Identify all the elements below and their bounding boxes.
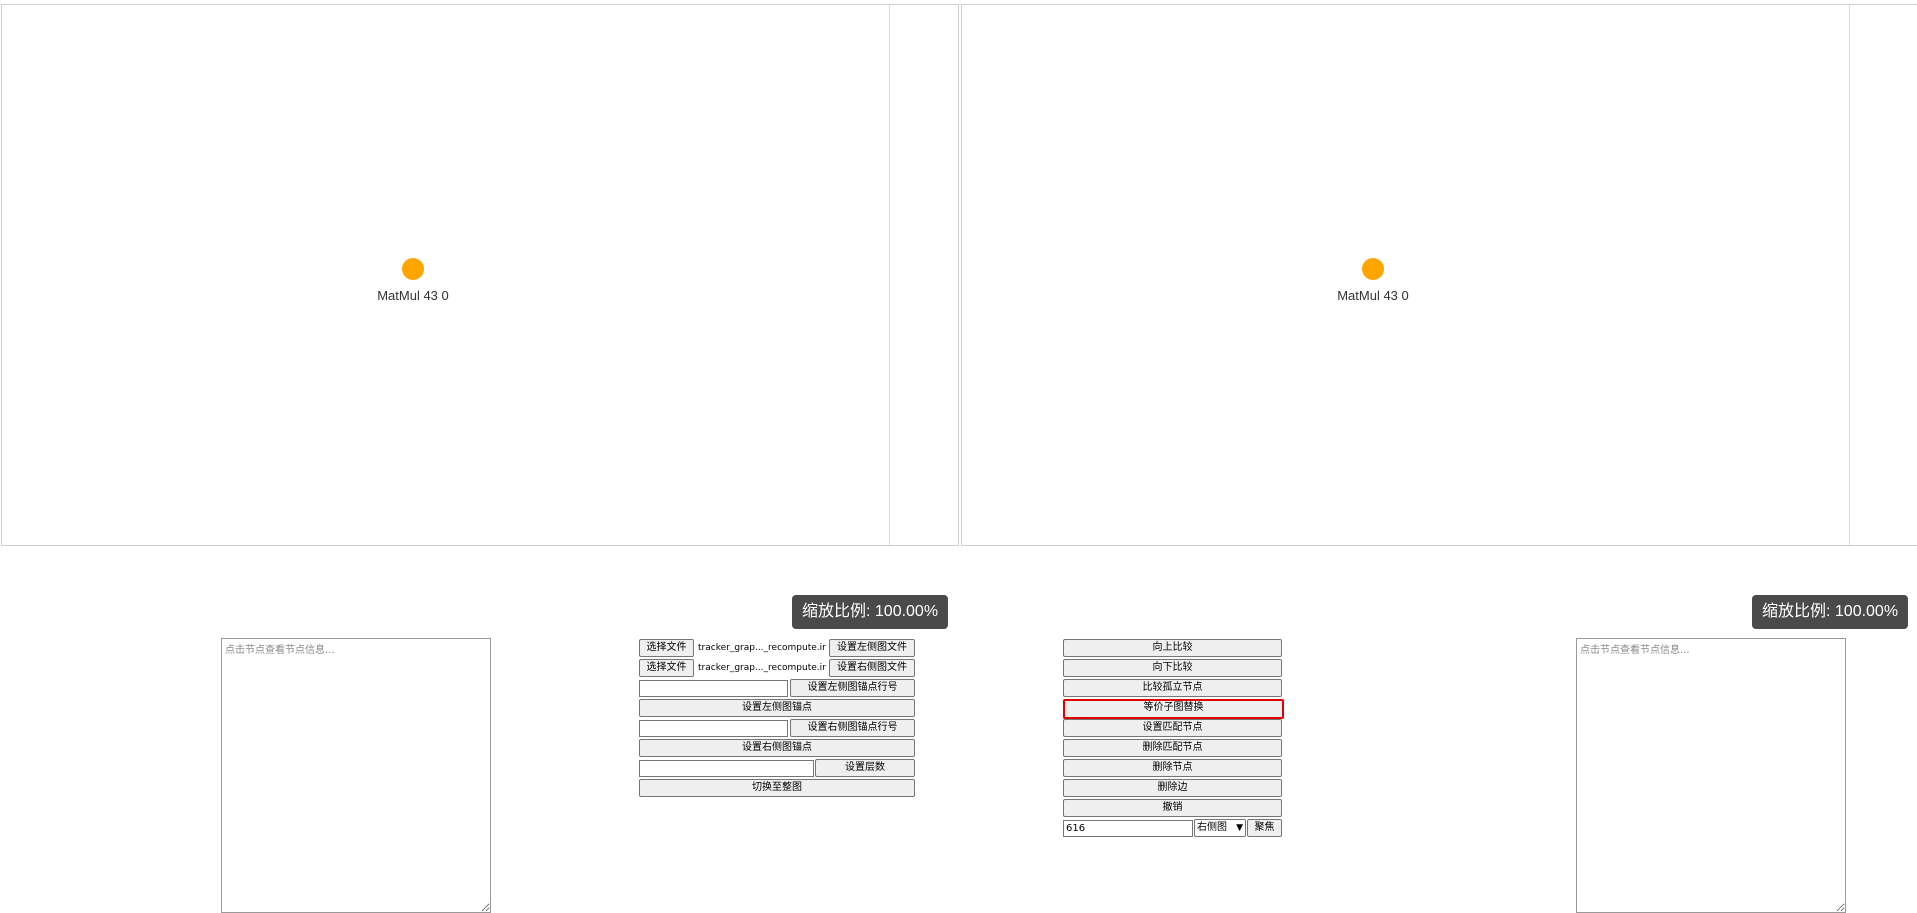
left-file-name: tracker_grap..._recompute.ir xyxy=(698,643,826,653)
compare-down-button[interactable]: 向下比较 xyxy=(1063,659,1282,677)
right-file-name: tracker_grap..._recompute.ir xyxy=(698,663,826,673)
right-zoom-indicator: 缩放比例: 100.00% xyxy=(1752,595,1909,629)
focus-button[interactable]: 聚焦 xyxy=(1247,819,1282,837)
graph-side-select-value: 右侧图 xyxy=(1197,822,1227,833)
set-right-file-button[interactable]: 设置右侧图文件 xyxy=(829,659,915,677)
right-anchor-line-input[interactable] xyxy=(639,720,788,737)
choose-left-file-button[interactable]: 选择文件 xyxy=(639,639,694,657)
right-graph-canvas[interactable] xyxy=(962,5,1850,545)
set-left-anchor-button[interactable]: 设置左侧图锚点 xyxy=(639,699,915,717)
set-match-nodes-button[interactable]: 设置匹配节点 xyxy=(1063,719,1282,737)
right-graph-node[interactable] xyxy=(1362,258,1384,280)
switch-to-full-graph-button[interactable]: 切换至整图 xyxy=(639,779,915,797)
compare-up-button[interactable]: 向上比较 xyxy=(1063,639,1282,657)
set-left-file-button[interactable]: 设置左侧图文件 xyxy=(829,639,915,657)
left-graph-node[interactable] xyxy=(402,258,424,280)
right-graph-node-label: MatMul 43 0 xyxy=(1337,288,1409,303)
compare-isolated-nodes-button[interactable]: 比较孤立节点 xyxy=(1063,679,1282,697)
focus-node-input[interactable] xyxy=(1063,820,1193,837)
delete-match-nodes-button[interactable]: 删除匹配节点 xyxy=(1063,739,1282,757)
set-left-anchor-line-button[interactable]: 设置左侧图锚点行号 xyxy=(790,679,915,697)
layer-count-input[interactable] xyxy=(639,760,814,777)
delete-node-button[interactable]: 删除节点 xyxy=(1063,759,1282,777)
equivalent-subgraph-replace-button[interactable]: 等价子图替换 xyxy=(1063,699,1284,719)
left-anchor-line-input[interactable] xyxy=(639,680,788,697)
choose-right-file-button[interactable]: 选择文件 xyxy=(639,659,694,677)
left-node-info-textarea[interactable] xyxy=(221,638,491,913)
set-right-anchor-button[interactable]: 设置右侧图锚点 xyxy=(639,739,915,757)
left-graph-node-label: MatMul 43 0 xyxy=(377,288,449,303)
graph-side-select[interactable]: 右侧图 ▼ xyxy=(1194,819,1246,837)
right-node-info-textarea[interactable] xyxy=(1576,638,1846,913)
left-graph-canvas[interactable] xyxy=(2,5,890,545)
delete-edge-button[interactable]: 删除边 xyxy=(1063,779,1282,797)
set-layers-button[interactable]: 设置层数 xyxy=(815,759,915,777)
undo-button[interactable]: 撤销 xyxy=(1063,799,1282,817)
chevron-down-icon: ▼ xyxy=(1236,823,1243,833)
left-graph-panel[interactable]: MatMul 43 0 xyxy=(1,4,959,546)
right-graph-panel[interactable]: MatMul 43 0 xyxy=(961,4,1917,546)
left-zoom-indicator: 缩放比例: 100.00% xyxy=(792,595,949,629)
set-right-anchor-line-button[interactable]: 设置右侧图锚点行号 xyxy=(790,719,915,737)
